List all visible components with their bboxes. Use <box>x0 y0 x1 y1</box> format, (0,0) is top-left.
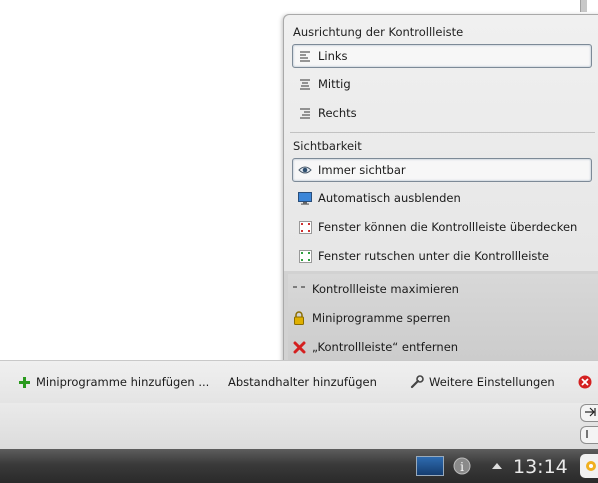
window-cover-icon <box>298 220 312 234</box>
windows-can-cover-label: Fenster können die Kontrollleiste überde… <box>318 220 578 234</box>
panel-settings-menu: Ausrichtung der Kontrollleiste Links Mit… <box>283 14 598 368</box>
remove-panel-action[interactable]: „Kontrollleiste“ entfernen <box>292 336 590 358</box>
taskbar: i 13:14 <box>0 449 598 483</box>
more-settings-label: Weitere Einstellungen <box>429 375 555 389</box>
always-visible-label: Immer sichtbar <box>318 163 406 177</box>
align-center-label: Mittig <box>318 77 351 91</box>
more-settings-button[interactable]: Weitere Einstellungen <box>410 375 555 389</box>
lock-icon <box>292 311 306 325</box>
eye-icon <box>298 163 312 177</box>
add-widgets-button[interactable]: Miniprogramme hinzufügen ... <box>17 375 209 389</box>
remove-panel-label: „Kontrollleiste“ entfernen <box>312 340 459 354</box>
windows-go-below-label: Fenster rutschen unter die Kontrollleist… <box>318 249 549 263</box>
lock-widgets-label: Miniprogramme sperren <box>312 311 451 325</box>
close-icon <box>578 375 592 389</box>
windows-go-below-option[interactable]: Fenster rutschen unter die Kontrollleist… <box>293 245 591 267</box>
align-left-label: Links <box>318 49 348 63</box>
height-handle-icon <box>586 430 588 438</box>
align-center-option[interactable]: Mittig <box>293 73 591 95</box>
clock[interactable]: 13:14 <box>513 456 568 478</box>
auto-hide-option[interactable]: Automatisch ausblenden <box>293 187 591 209</box>
align-left-option[interactable]: Links <box>292 44 592 68</box>
pager-desktop[interactable] <box>416 456 444 476</box>
maximize-panel-label: Kontrollleiste maximieren <box>312 282 459 296</box>
maximize-panel-action[interactable]: Kontrollleiste maximieren <box>292 278 590 300</box>
plus-icon <box>17 375 31 389</box>
menu-actions-section: Kontrollleiste maximieren Miniprogramme … <box>288 274 598 367</box>
add-spacer-button[interactable]: Abstandhalter hinzufügen <box>228 375 377 389</box>
svg-text:i: i <box>460 460 464 474</box>
plasma-toolbox-icon <box>586 461 596 471</box>
visibility-group-title: Sichtbarkeit <box>293 139 362 153</box>
info-icon[interactable]: i <box>453 457 471 475</box>
close-toolbar-button[interactable] <box>578 375 597 389</box>
scrollbar-handle[interactable] <box>580 0 587 12</box>
always-visible-option[interactable]: Immer sichtbar <box>292 158 592 182</box>
add-widgets-label: Miniprogramme hinzufügen ... <box>36 375 210 389</box>
panel-background <box>0 403 598 449</box>
menu-divider <box>290 132 595 133</box>
lock-widgets-action[interactable]: Miniprogramme sperren <box>292 307 590 329</box>
auto-hide-label: Automatisch ausblenden <box>318 191 461 205</box>
panel-toolbar: Miniprogramme hinzufügen ... Abstandhalt… <box>0 360 598 404</box>
cashew-button[interactable] <box>580 454 598 478</box>
add-spacer-label: Abstandhalter hinzufügen <box>228 375 377 389</box>
tray-expand-icon[interactable] <box>491 460 503 470</box>
menu-upper-section: Ausrichtung der Kontrollleiste Links Mit… <box>284 15 598 271</box>
remove-icon <box>292 340 306 354</box>
alignment-group-title: Ausrichtung der Kontrollleiste <box>293 25 464 39</box>
align-right-label: Rechts <box>318 106 357 120</box>
window-below-icon <box>298 249 312 263</box>
windows-can-cover-option[interactable]: Fenster können die Kontrollleiste überde… <box>293 216 591 238</box>
arrow-right-icon <box>585 407 596 417</box>
monitor-icon <box>298 191 312 205</box>
align-left-icon <box>298 49 312 63</box>
maximize-icon <box>292 282 306 296</box>
align-right-icon <box>298 106 312 120</box>
align-right-option[interactable]: Rechts <box>293 102 591 124</box>
wrench-icon <box>410 375 424 389</box>
panel-resize-handle[interactable] <box>580 404 598 422</box>
align-center-icon <box>298 77 312 91</box>
panel-height-handle[interactable] <box>580 426 598 444</box>
